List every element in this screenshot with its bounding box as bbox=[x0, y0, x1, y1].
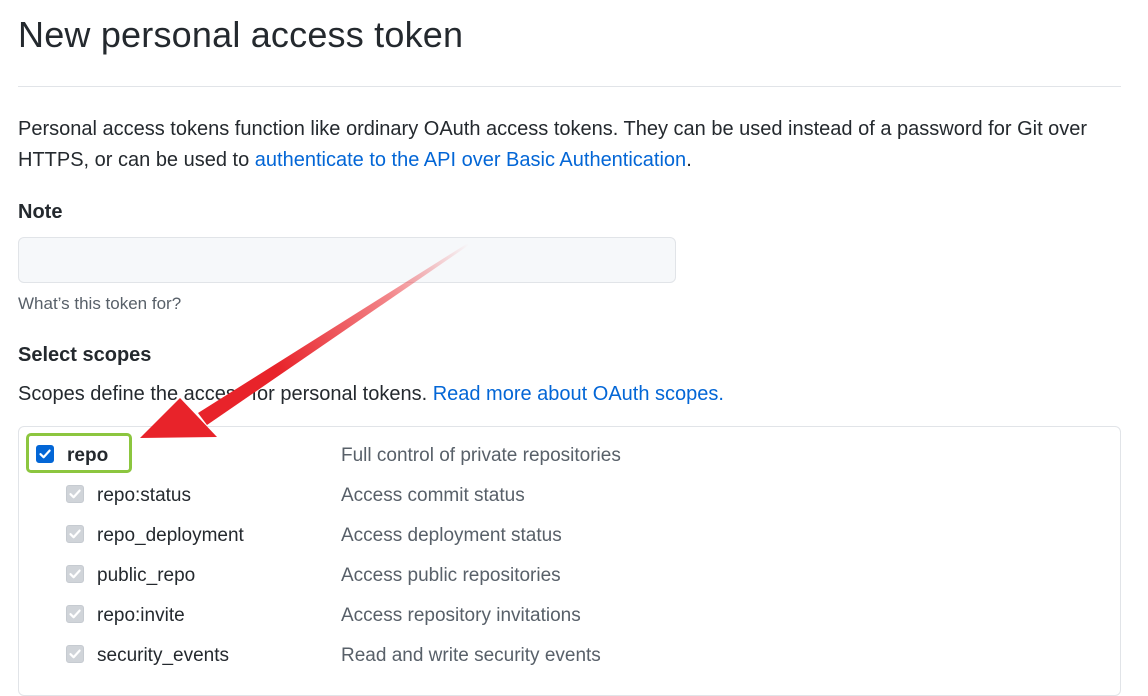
note-input[interactable] bbox=[18, 237, 676, 283]
scopes-list: repo Full control of private repositorie… bbox=[18, 426, 1121, 696]
basic-auth-link[interactable]: authenticate to the API over Basic Authe… bbox=[255, 149, 686, 171]
checkmark-icon bbox=[69, 609, 81, 619]
scope-row-repo: repo Full control of private repositorie… bbox=[19, 427, 1119, 467]
checkmark-icon bbox=[69, 529, 81, 539]
scope-row-repo-deployment: repo_deployment Access deployment status bbox=[19, 517, 1119, 557]
scope-name: security_events bbox=[97, 645, 230, 666]
page-title: New personal access token bbox=[18, 14, 464, 55]
scope-row-repo-invite: repo:invite Access repository invitation… bbox=[19, 597, 1119, 637]
security-events-checkbox bbox=[66, 645, 84, 663]
repo-status-checkbox bbox=[66, 485, 84, 503]
scopes-description: Scopes define the access for personal to… bbox=[18, 383, 724, 406]
scope-row-public-repo: public_repo Access public repositories bbox=[19, 557, 1119, 597]
checkmark-icon bbox=[69, 569, 81, 579]
scope-row-repo-status: repo:status Access commit status bbox=[19, 477, 1119, 517]
scope-description: Access commit status bbox=[341, 485, 525, 506]
repo-invite-checkbox bbox=[66, 605, 84, 623]
note-label: Note bbox=[18, 201, 63, 223]
note-hint: What’s this token for? bbox=[18, 294, 182, 313]
scope-description: Full control of private repositories bbox=[341, 445, 621, 466]
public-repo-checkbox bbox=[66, 565, 84, 583]
scope-description: Read and write security events bbox=[341, 645, 601, 666]
intro-suffix: . bbox=[686, 149, 692, 171]
scope-description: Access deployment status bbox=[341, 525, 562, 546]
repo-highlight-box bbox=[26, 433, 132, 473]
checkmark-icon bbox=[69, 649, 81, 659]
intro-text: Personal access tokens function like ord… bbox=[18, 114, 1128, 176]
checkmark-icon bbox=[69, 489, 81, 499]
select-scopes-heading: Select scopes bbox=[18, 344, 152, 366]
oauth-scopes-link[interactable]: Read more about OAuth scopes. bbox=[433, 383, 724, 405]
scope-name: repo_deployment bbox=[97, 525, 244, 546]
repo-deployment-checkbox bbox=[66, 525, 84, 543]
title-divider bbox=[18, 86, 1121, 87]
scope-description: Access public repositories bbox=[341, 565, 561, 586]
scope-name: repo:status bbox=[97, 485, 191, 506]
scope-row-security-events: security_events Read and write security … bbox=[19, 637, 1119, 677]
scope-name: repo:invite bbox=[97, 605, 185, 626]
scope-name: public_repo bbox=[97, 565, 196, 586]
scope-description: Access repository invitations bbox=[341, 605, 581, 626]
scopes-description-text: Scopes define the access for personal to… bbox=[18, 383, 433, 405]
